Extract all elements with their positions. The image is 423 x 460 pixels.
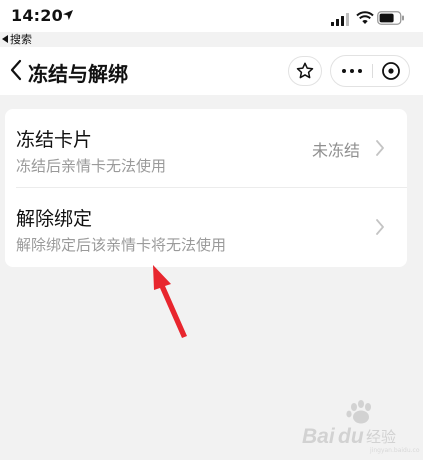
svg-text:jingyan.baidu.com: jingyan.baidu.com bbox=[369, 447, 420, 454]
freeze-card-subtitle: 冻结后亲情卡无法使用 bbox=[16, 157, 167, 175]
unbind-row[interactable]: 解除绑定 解除绑定后该亲情卡将无法使用 bbox=[5, 188, 407, 267]
battery-icon bbox=[377, 11, 404, 25]
baidu-watermark-logo: Bai du 经验 jingyan.baidu.com bbox=[302, 400, 420, 454]
more-button[interactable] bbox=[331, 56, 372, 86]
star-icon bbox=[296, 62, 314, 79]
annotation-arrow-icon bbox=[153, 265, 187, 338]
chevron-left-icon[interactable] bbox=[8, 58, 24, 82]
settings-card: 冻结卡片 冻结后亲情卡无法使用 未冻结 解除绑定 解除绑定后该亲情卡将无法使用 bbox=[5, 109, 407, 267]
chevron-right-icon bbox=[376, 219, 384, 235]
favorite-button[interactable] bbox=[288, 56, 322, 86]
mini-program-capsule bbox=[330, 55, 410, 87]
page-title: 冻结与解绑 bbox=[28, 62, 128, 86]
freeze-card-title: 冻结卡片 bbox=[16, 129, 93, 151]
wifi-icon bbox=[356, 11, 374, 24]
back-to-app-link[interactable]: 搜索 bbox=[2, 31, 32, 47]
more-icon bbox=[341, 69, 346, 73]
svg-text:经验: 经验 bbox=[366, 428, 396, 446]
close-circle-icon bbox=[382, 62, 400, 80]
navigation-bar: 冻结与解绑 bbox=[0, 47, 423, 95]
freeze-card-row[interactable]: 冻结卡片 冻结后亲情卡无法使用 未冻结 bbox=[5, 109, 407, 188]
status-time: 14:20 bbox=[11, 6, 63, 25]
back-to-app-label: 搜索 bbox=[10, 33, 32, 46]
status-bar: 14:20 bbox=[0, 0, 423, 32]
unbind-title: 解除绑定 bbox=[16, 208, 93, 230]
close-button[interactable] bbox=[373, 56, 409, 86]
svg-text:Bai: Bai bbox=[302, 425, 336, 448]
svg-text:du: du bbox=[338, 425, 364, 448]
unbind-subtitle: 解除绑定后该亲情卡将无法使用 bbox=[16, 236, 227, 254]
freeze-status-value: 未冻结 bbox=[311, 141, 360, 160]
cellular-signal-icon bbox=[331, 13, 349, 26]
back-triangle-icon bbox=[2, 35, 8, 43]
chevron-right-icon bbox=[376, 140, 384, 156]
location-arrow-icon bbox=[63, 10, 73, 20]
